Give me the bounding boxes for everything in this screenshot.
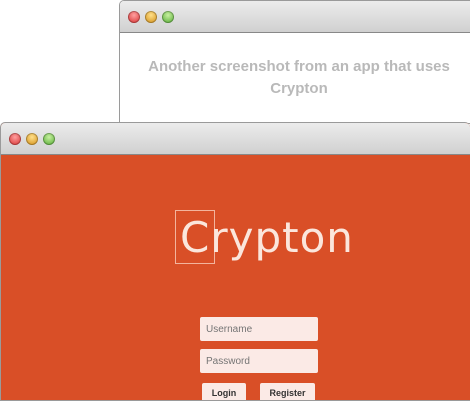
minimize-button[interactable] (26, 133, 38, 145)
close-button[interactable] (128, 11, 140, 23)
minimize-button[interactable] (145, 11, 157, 23)
background-window: Another screenshot from an app that uses… (119, 0, 470, 124)
login-button[interactable]: Login (202, 383, 246, 400)
close-button[interactable] (9, 133, 21, 145)
password-input[interactable] (200, 349, 318, 373)
register-button[interactable]: Register (260, 383, 315, 400)
zoom-button[interactable] (43, 133, 55, 145)
crypton-logo: Crypton (175, 210, 353, 264)
username-input[interactable] (200, 317, 318, 341)
crypton-app-window: Crypton Login Register (0, 122, 470, 401)
title-bar (120, 1, 470, 33)
caption: Another screenshot from an app that uses… (148, 58, 450, 97)
title-bar (1, 123, 470, 155)
zoom-button[interactable] (162, 11, 174, 23)
